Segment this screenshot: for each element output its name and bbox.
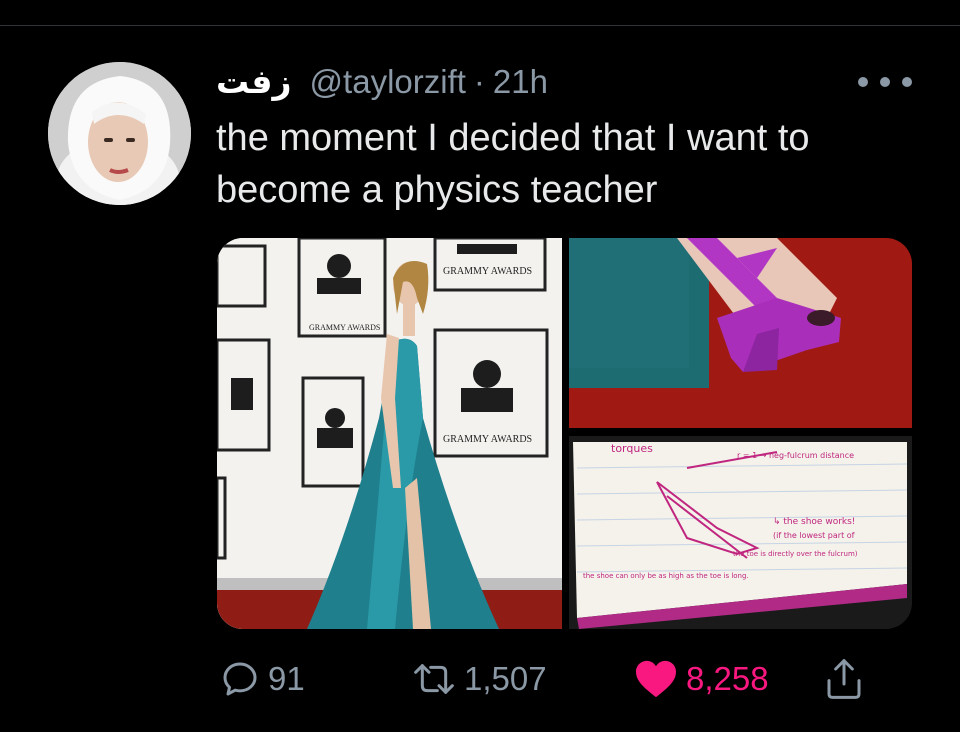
like-count: 8,258 — [686, 660, 769, 697]
notes-line: the toe is directly over the fulcrum) — [733, 550, 858, 558]
notes-title: torques — [611, 442, 653, 455]
reply-count: 91 — [268, 660, 305, 697]
retweet-icon — [414, 664, 454, 694]
tweet-time[interactable]: 21h — [493, 60, 548, 104]
notes-line: (if the lowest part of — [773, 531, 855, 540]
share-button[interactable] — [824, 650, 864, 708]
reply-icon — [223, 662, 257, 696]
retweet-button[interactable]: 1,507 — [412, 650, 547, 708]
reply-button[interactable]: 91 — [220, 650, 305, 708]
top-divider — [0, 25, 960, 26]
tweet-media[interactable]: GRAMMY AWARDS GRAMMY AWARDS GRAMMY AWARD… — [217, 238, 912, 629]
more-icon[interactable] — [858, 70, 912, 94]
notes-line: r = 1 → neg-fulcrum distance — [737, 451, 854, 460]
photo-shoe[interactable] — [569, 238, 912, 428]
share-icon — [827, 659, 861, 699]
user-handle[interactable]: @taylorzift — [310, 60, 466, 104]
avatar[interactable] — [48, 62, 191, 205]
more-dot — [880, 77, 890, 87]
more-dot — [902, 77, 912, 87]
heart-icon — [636, 660, 676, 698]
notes-line: ↳ the shoe works! — [773, 517, 855, 527]
display-name[interactable]: زفت — [216, 60, 292, 104]
retweet-count: 1,507 — [464, 660, 547, 697]
photo-red-carpet[interactable]: GRAMMY AWARDS GRAMMY AWARDS GRAMMY AWARD… — [217, 238, 562, 629]
like-button[interactable]: 8,258 — [634, 650, 769, 708]
backdrop-text: GRAMMY AWARDS — [309, 323, 380, 332]
more-dot — [858, 77, 868, 87]
action-bar: 91 1,507 8,258 — [0, 650, 960, 710]
tweet-text: the moment I decided that I want to beco… — [216, 117, 810, 211]
separator-dot: · — [473, 63, 485, 100]
backdrop-text: GRAMMY AWARDS — [443, 434, 532, 445]
notes-line: the shoe can only be as high as the toe … — [583, 572, 749, 580]
tweet-header: زفت @taylorzift · 21h — [216, 60, 548, 104]
backdrop-text: GRAMMY AWARDS — [443, 266, 532, 277]
avatar-image — [48, 62, 191, 205]
photo-physics-notes[interactable]: torques r = 1 → neg-fulcrum distance ↳ t… — [569, 436, 912, 629]
